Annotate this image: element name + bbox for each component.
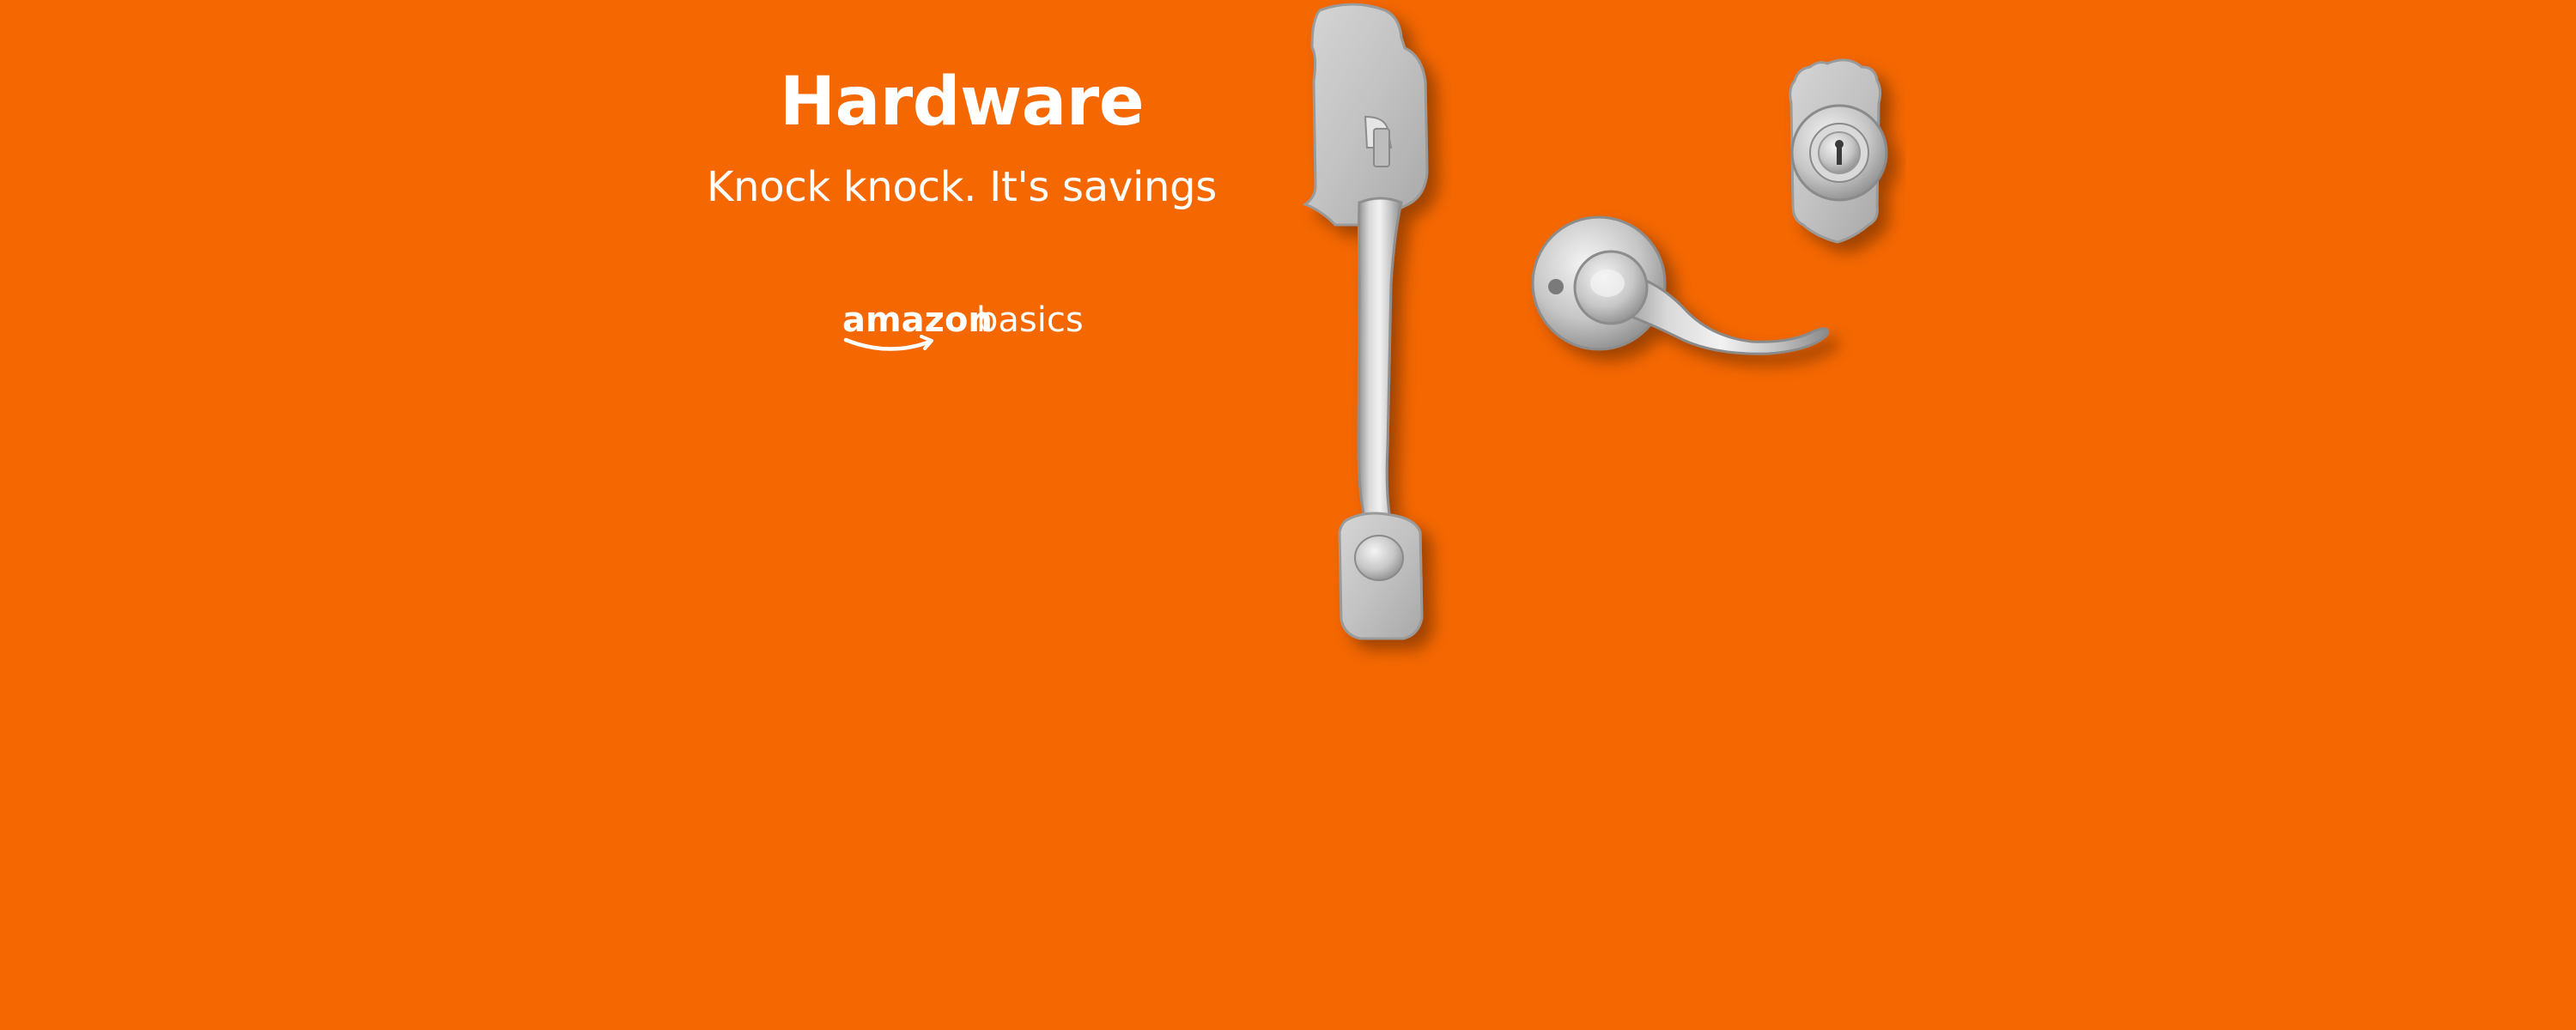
deadbolt-icon <box>1789 58 1888 244</box>
promo-banner[interactable]: Hardware Knock knock. It's savings amazo… <box>0 0 2576 1030</box>
handleset-icon <box>1302 3 1429 640</box>
door-hardware-image <box>1302 3 1888 640</box>
lever-handle-icon <box>1531 215 1830 355</box>
